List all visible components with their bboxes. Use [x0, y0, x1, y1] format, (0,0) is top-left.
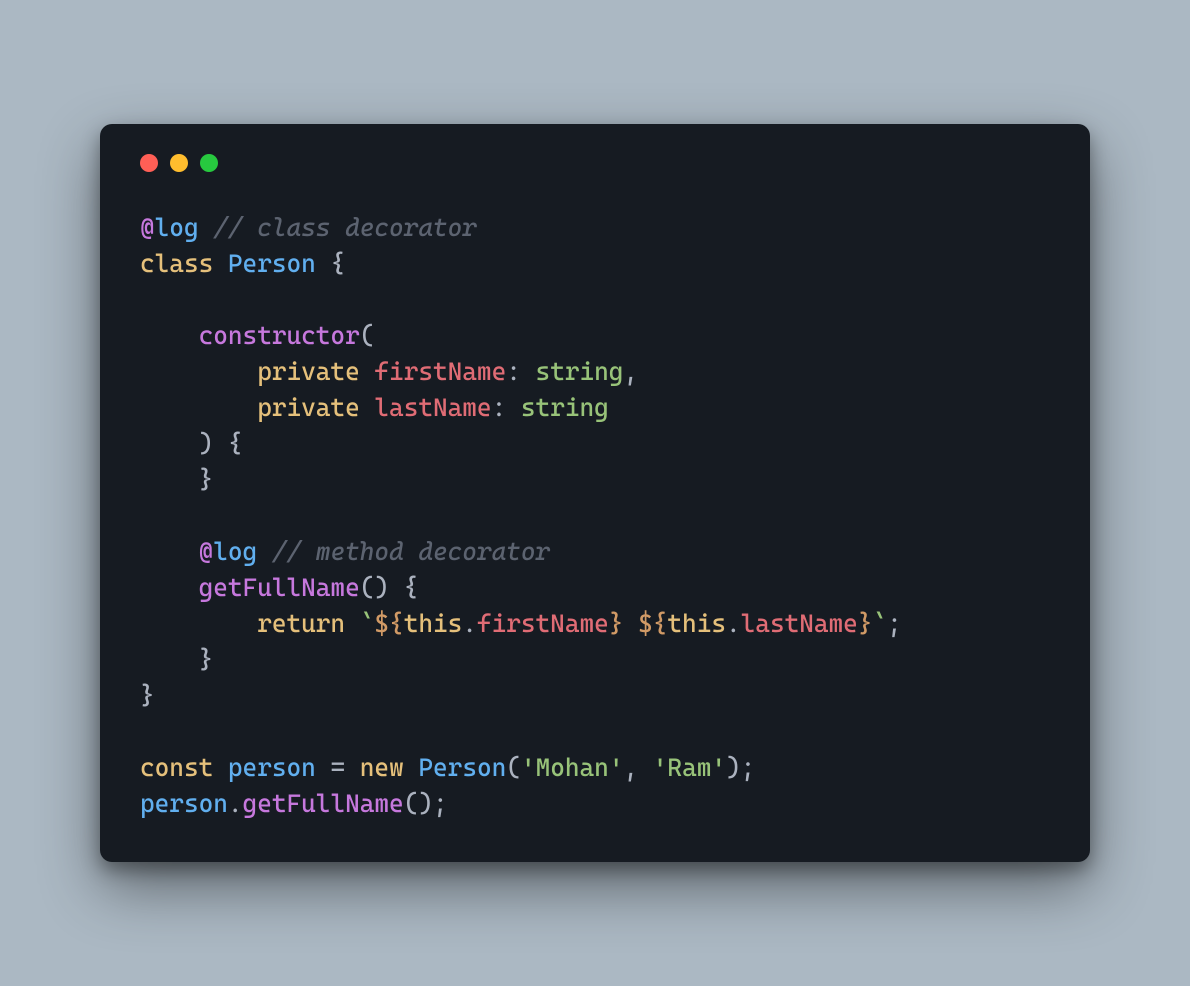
window-titlebar: [140, 154, 1050, 172]
var-person: person: [140, 789, 228, 818]
comment: // method decorator: [272, 537, 550, 566]
string-mohan: 'Mohan': [521, 753, 624, 782]
code-block: @log // class decorator class Person { c…: [140, 210, 1050, 822]
constructor: constructor: [199, 321, 360, 350]
var-person: person: [228, 753, 316, 782]
decorator-name: log: [155, 213, 199, 242]
keyword-this: this: [404, 609, 463, 638]
zoom-icon[interactable]: [200, 154, 218, 172]
comment: // class decorator: [213, 213, 477, 242]
minimize-icon[interactable]: [170, 154, 188, 172]
keyword-private: private: [257, 393, 360, 422]
param-lastname: lastName: [374, 393, 491, 422]
code-window: @log // class decorator class Person { c…: [100, 124, 1090, 862]
string-ram: 'Ram': [653, 753, 726, 782]
method-getfullname: getFullName: [199, 573, 360, 602]
keyword-const: const: [140, 753, 213, 782]
method-getfullname: getFullName: [243, 789, 404, 818]
keyword-return: return: [257, 609, 345, 638]
class-name: Person: [228, 249, 316, 278]
class-name: Person: [418, 753, 506, 782]
decorator-name: log: [213, 537, 257, 566]
close-icon[interactable]: [140, 154, 158, 172]
type-string: string: [521, 393, 609, 422]
keyword-this: this: [667, 609, 726, 638]
decorator-at: @: [199, 537, 214, 566]
keyword-new: new: [360, 753, 404, 782]
type-string: string: [536, 357, 624, 386]
keyword-private: private: [257, 357, 360, 386]
param-firstname: firstName: [374, 357, 506, 386]
prop-lastname: lastName: [741, 609, 858, 638]
prop-firstname: firstName: [477, 609, 609, 638]
keyword-class: class: [140, 249, 213, 278]
decorator-at: @: [140, 213, 155, 242]
